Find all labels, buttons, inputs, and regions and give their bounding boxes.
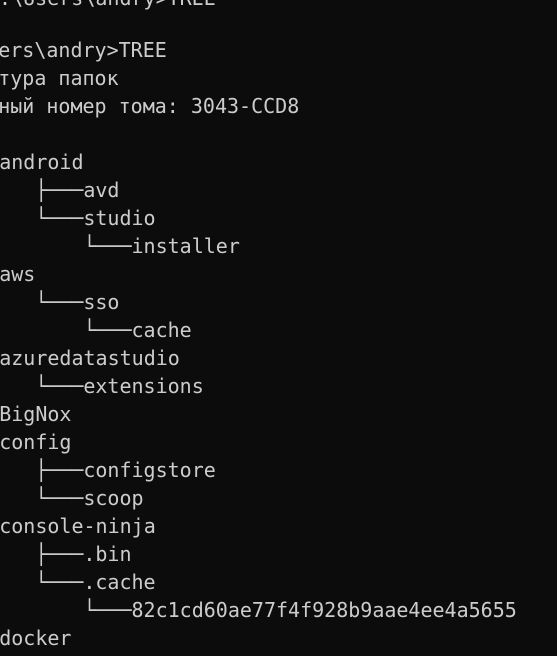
- terminal-line-command: C:\Users\andry>TREE: [0, 38, 167, 62]
- tree-entry: │ └───82c1cd60ae77f4f928b9aae4ee4a5655: [0, 598, 517, 622]
- tree-entry: │ └───.cache: [0, 570, 156, 594]
- tree-entry: │ ├───avd: [0, 178, 120, 202]
- tree-entry: │ └───scoop: [0, 486, 144, 510]
- tree-entry: ├───.BigNox: [0, 402, 72, 426]
- tree-entry: ├───.azuredatastudio: [0, 346, 180, 370]
- tree-entry: │ ├───.bin: [0, 542, 132, 566]
- tree-entry: │ └───studio: [0, 206, 156, 230]
- tree-entry: ├───.aws: [0, 262, 36, 286]
- tree-entry: │ └───sso: [0, 290, 120, 314]
- tree-entry: ├───.console-ninja: [0, 514, 156, 538]
- tree-entry: │ ├───configstore: [0, 458, 216, 482]
- tree-entry: │ └───extensions: [0, 374, 204, 398]
- tree-entry: │ └───installer: [0, 234, 240, 258]
- tree-entry: │ └───cache: [0, 318, 192, 342]
- terminal-line-prev-command: C:\Users\andry>TREE: [0, 0, 216, 12]
- tree-entry: ├───.docker: [0, 626, 72, 650]
- terminal-line-volume-serial: Серийный номер тома: 3043-CCD8: [0, 94, 300, 118]
- tree-entry: ├───.android: [0, 150, 84, 174]
- terminal-line-structure-title: Структура папок: [0, 66, 119, 90]
- terminal-window[interactable]: C:\Users\andry>TREE C:\Users\andry>TREE …: [0, 0, 557, 656]
- tree-entry: ├───.config: [0, 430, 72, 454]
